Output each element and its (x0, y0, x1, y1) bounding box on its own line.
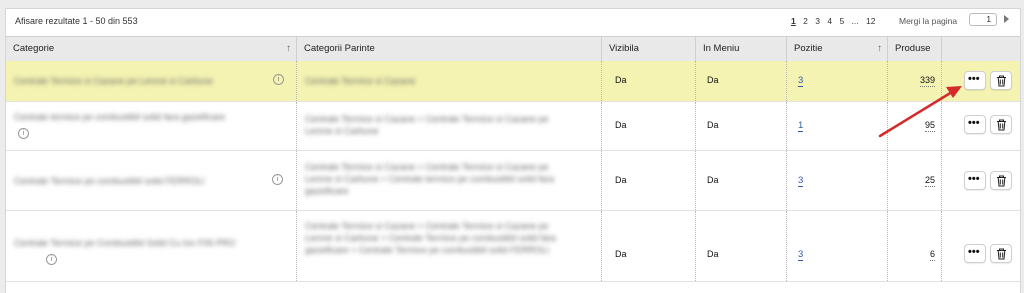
cell-produse: 339 (888, 61, 942, 101)
cell-actions: ••• (942, 61, 1020, 101)
cell-vizibila: Da (602, 151, 696, 210)
cell-in-meniu: Da (696, 61, 787, 101)
column-header-categorii-parinte[interactable]: Categorii Parinte (297, 37, 602, 61)
info-icon[interactable]: i (272, 174, 283, 185)
info-icon[interactable]: i (273, 74, 284, 85)
cell-vizibila: Da (602, 61, 696, 101)
goto-page-input[interactable]: 1 (969, 13, 997, 26)
category-name[interactable]: Centrale termice pe combustibil solid fa… (14, 111, 284, 123)
cell-parinte: Centrale Termice si Cazane (297, 61, 602, 101)
cell-pozitie: 3 (787, 151, 888, 210)
cell-in-meniu: Da (696, 102, 787, 150)
column-header-actions (942, 37, 1020, 61)
trash-icon (997, 75, 1006, 87)
trash-icon (997, 248, 1006, 260)
page-link-4[interactable]: 4 (827, 16, 832, 26)
table-header: Categorie ↑ Categorii Parinte Vizibila I… (6, 36, 1020, 62)
sort-arrow-icon[interactable]: ↑ (286, 37, 291, 61)
sort-arrow-icon[interactable]: ↑ (877, 37, 882, 61)
position-value[interactable]: 3 (798, 175, 804, 187)
column-header-categorie[interactable]: Categorie ↑ (6, 37, 297, 61)
table-row: Centrale Termice pe combustibil solid FE… (6, 151, 1020, 211)
product-count[interactable]: 339 (919, 75, 935, 87)
cell-in-meniu: Da (696, 211, 787, 281)
cell-vizibila: Da (602, 211, 696, 281)
position-value[interactable]: 1 (798, 120, 804, 132)
more-options-icon: ••• (968, 173, 980, 185)
delete-button[interactable] (990, 244, 1012, 263)
cell-parinte: Centrale Termice si Cazane > Centrale Te… (297, 211, 602, 281)
more-options-icon: ••• (968, 73, 980, 85)
category-name[interactable]: Centrale Termice pe combustibil solid FE… (14, 175, 204, 187)
results-toolbar: Afisare rezultate 1 - 50 din 553 1 2 3 4… (6, 9, 1020, 35)
page-link-2[interactable]: 2 (803, 16, 808, 26)
delete-button[interactable] (990, 71, 1012, 90)
cell-in-meniu: Da (696, 151, 787, 210)
table-row: Centrale termice pe combustibil solid fa… (6, 102, 1020, 151)
page-ellipsis: ... (851, 16, 859, 26)
table-row: Centrale Termice pe Combustibil Solid Cu… (6, 211, 1020, 282)
cell-parinte: Centrale Termice si Cazane > Centrale Te… (297, 102, 602, 150)
cell-categorie: Centrale Termice pe Combustibil Solid Cu… (6, 211, 297, 281)
product-count[interactable]: 25 (924, 175, 935, 187)
pagination: 1 2 3 4 5 ... 12 (791, 16, 880, 26)
category-name[interactable]: Centrale Termice pe Combustibil Solid Cu… (14, 237, 284, 249)
results-panel: Afisare rezultate 1 - 50 din 553 1 2 3 4… (5, 8, 1021, 293)
more-options-icon: ••• (968, 117, 980, 129)
next-page-icon[interactable] (1004, 15, 1009, 23)
more-options-button[interactable]: ••• (964, 115, 986, 134)
cell-categorie: Centrale Termice pe combustibil solid FE… (6, 151, 297, 210)
table-row: Centrale Termice si Cazane pe Lemne si C… (6, 61, 1020, 102)
more-options-icon: ••• (968, 246, 980, 258)
info-icon[interactable]: i (18, 128, 29, 139)
cell-actions: ••• (942, 211, 1020, 281)
cell-vizibila: Da (602, 102, 696, 150)
column-header-produse[interactable]: Produse (888, 37, 942, 61)
position-value[interactable]: 3 (798, 249, 804, 261)
column-header-vizibila[interactable]: Vizibila (602, 37, 696, 61)
cell-actions: ••• (942, 151, 1020, 210)
more-options-button[interactable]: ••• (964, 244, 986, 263)
category-name[interactable]: Centrale Termice si Cazane pe Lemne si C… (14, 75, 213, 87)
page-link-12[interactable]: 12 (866, 16, 875, 26)
results-summary: Afisare rezultate 1 - 50 din 553 (15, 16, 138, 26)
cell-produse: 25 (888, 151, 942, 210)
position-value[interactable]: 3 (798, 75, 804, 87)
product-count[interactable]: 6 (929, 249, 935, 261)
page-link-3[interactable]: 3 (815, 16, 820, 26)
cell-produse: 95 (888, 102, 942, 150)
page-link-5[interactable]: 5 (839, 16, 844, 26)
more-options-button[interactable]: ••• (964, 71, 986, 90)
cell-categorie: Centrale Termice si Cazane pe Lemne si C… (6, 61, 297, 101)
product-count[interactable]: 95 (924, 120, 935, 132)
info-icon[interactable]: i (46, 254, 57, 265)
cell-categorie: Centrale termice pe combustibil solid fa… (6, 102, 297, 150)
trash-icon (997, 175, 1006, 187)
cell-pozitie: 3 (787, 211, 888, 281)
column-header-pozitie[interactable]: Pozitie ↑ (787, 37, 888, 61)
cell-produse: 6 (888, 211, 942, 281)
cell-pozitie: 3 (787, 61, 888, 101)
delete-button[interactable] (990, 171, 1012, 190)
trash-icon (997, 119, 1006, 131)
cell-pozitie: 1 (787, 102, 888, 150)
page-link-1[interactable]: 1 (791, 16, 796, 26)
goto-page-label: Mergi la pagina (899, 16, 958, 26)
more-options-button[interactable]: ••• (964, 171, 986, 190)
cell-parinte: Centrale Termice si Cazane > Centrale Te… (297, 151, 602, 210)
cell-actions: ••• (942, 102, 1020, 150)
delete-button[interactable] (990, 115, 1012, 134)
column-header-in-meniu[interactable]: In Meniu (696, 37, 787, 61)
